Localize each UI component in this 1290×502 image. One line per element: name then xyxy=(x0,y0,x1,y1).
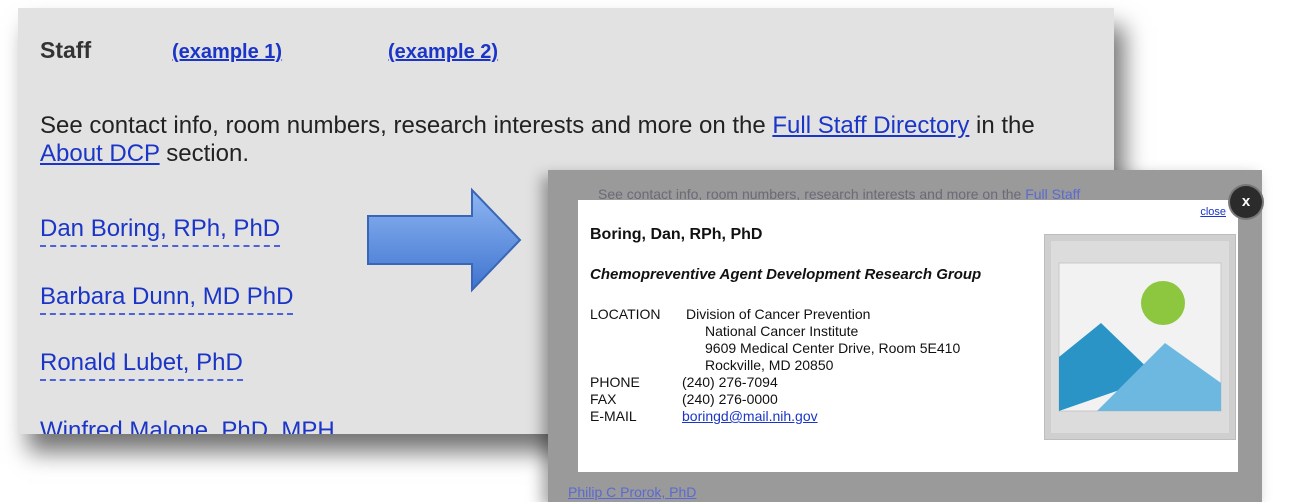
location-line-3: 9609 Medical Center Drive, Room 5E410 xyxy=(705,340,961,356)
close-button[interactable]: x xyxy=(1230,186,1262,218)
contact-name: Boring, Dan, RPh, PhD xyxy=(590,226,763,243)
close-link[interactable]: close xyxy=(1200,206,1226,218)
staff-link-barbara-dunn[interactable]: Barbara Dunn, MD PhD xyxy=(40,282,294,315)
fax-value: (240) 276-0000 xyxy=(682,391,778,407)
staff-title: Staff xyxy=(40,37,92,63)
popup-bg-staff-link[interactable]: Philip C Prorok, PhD xyxy=(568,484,696,500)
intro-middle: in the xyxy=(969,112,1035,139)
location-row: LOCATION Division of Cancer Prevention xyxy=(590,306,870,323)
staff-photo xyxy=(1044,234,1236,440)
contact-group: Chemopreventive Agent Development Resear… xyxy=(590,266,982,283)
full-staff-directory-link[interactable]: Full Staff Directory xyxy=(772,112,969,139)
fax-row: FAX (240) 276-0000 xyxy=(590,391,778,408)
phone-value: (240) 276-7094 xyxy=(682,374,778,390)
popup-overlay: See contact info, room numbers, research… xyxy=(548,170,1262,502)
phone-row: PHONE (240) 276-7094 xyxy=(590,374,778,391)
location-line-2: National Cancer Institute xyxy=(705,323,859,339)
example-2-link[interactable]: (example 2) xyxy=(388,38,498,66)
location-label: LOCATION xyxy=(590,306,661,322)
staff-link-ronald-lubet[interactable]: Ronald Lubet, PhD xyxy=(40,348,243,381)
email-label: E-MAIL xyxy=(590,408,637,424)
staff-link-dan-boring[interactable]: Dan Boring, RPh, PhD xyxy=(40,214,281,247)
fax-label: FAX xyxy=(590,391,617,407)
intro-text: See contact info, room numbers, research… xyxy=(40,112,1090,168)
email-link[interactable]: boringd@mail.nih.gov xyxy=(682,408,818,424)
intro-suffix: section. xyxy=(159,140,250,167)
phone-label: PHONE xyxy=(590,374,640,390)
right-arrow-icon xyxy=(367,187,522,293)
staff-header: Staff (example 1) (example 2) xyxy=(40,36,498,65)
intro-prefix: See contact info, room numbers, research… xyxy=(40,112,773,139)
contact-card: close Boring, Dan, RPh, PhD Chemoprevent… xyxy=(578,200,1238,472)
location-line-1: Division of Cancer Prevention xyxy=(686,306,871,322)
staff-link-winfred-malone[interactable]: Winfred Malone, PhD, MPH xyxy=(40,416,335,434)
location-line-4: Rockville, MD 20850 xyxy=(705,357,834,373)
image-placeholder-icon xyxy=(1058,262,1222,412)
email-row: E-MAIL boringd@mail.nih.gov xyxy=(590,408,818,425)
example-1-link[interactable]: (example 1) xyxy=(172,38,282,66)
about-dcp-link[interactable]: About DCP xyxy=(40,140,160,167)
